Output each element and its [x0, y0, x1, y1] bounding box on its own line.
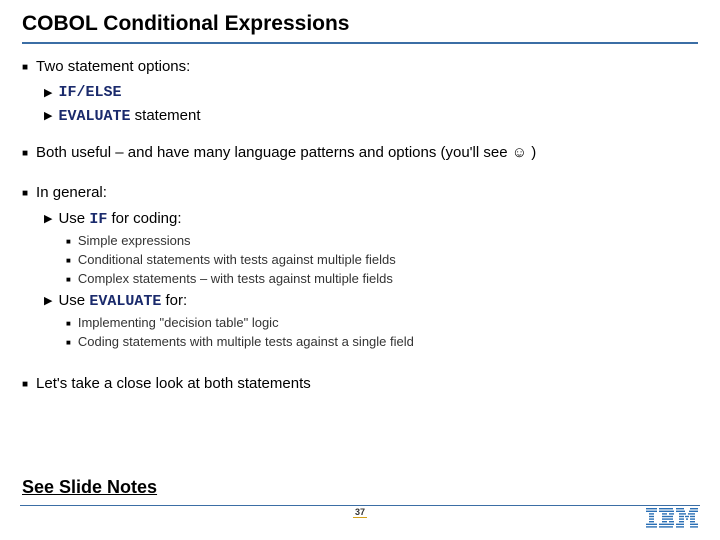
- ibm-logo-icon: [646, 508, 698, 528]
- bullet-text: EVALUATE statement: [58, 107, 200, 125]
- page-number: 37: [353, 507, 367, 518]
- square-bullet-icon: ■: [22, 58, 28, 78]
- bullet-text: Both useful – and have many language pat…: [36, 144, 536, 161]
- bullet-text-part: Use: [58, 292, 89, 309]
- triangle-bullet-icon: ▶: [44, 292, 52, 311]
- square-bullet-icon: ■: [66, 271, 71, 288]
- bullet-text-part: for coding:: [107, 210, 181, 227]
- square-bullet-icon: ■: [22, 184, 28, 204]
- square-bullet-icon: ■: [66, 334, 71, 351]
- square-bullet-icon: ■: [66, 315, 71, 332]
- bullet-l3: ■ Simple expressions: [66, 233, 698, 250]
- square-bullet-icon: ■: [22, 375, 28, 395]
- square-bullet-icon: ■: [66, 233, 71, 250]
- bullet-l3: ■ Coding statements with multiple tests …: [66, 334, 698, 351]
- bullet-l2: ▶ IF/ELSE: [44, 84, 698, 103]
- bullet-text-part: for:: [161, 292, 187, 309]
- bullet-l1: ■ Two statement options:: [22, 58, 698, 78]
- bullet-text: Let's take a close look at both statemen…: [36, 375, 311, 392]
- code-text: EVALUATE: [58, 108, 130, 125]
- bullet-text: Conditional statements with tests agains…: [78, 252, 396, 267]
- triangle-bullet-icon: ▶: [44, 84, 52, 103]
- smiley-icon: ☺: [512, 144, 527, 161]
- square-bullet-icon: ■: [66, 252, 71, 269]
- code-text: EVALUATE: [89, 293, 161, 310]
- bullet-l2: ▶ EVALUATE statement: [44, 107, 698, 126]
- triangle-bullet-icon: ▶: [44, 210, 52, 229]
- bullet-l1: ■ In general:: [22, 184, 698, 204]
- bullet-text: Simple expressions: [78, 233, 191, 248]
- square-bullet-icon: ■: [22, 144, 28, 164]
- bullet-text: Complex statements – with tests against …: [78, 271, 393, 286]
- bullet-text: Implementing "decision table" logic: [78, 315, 279, 330]
- bullet-l3: ■ Complex statements – with tests agains…: [66, 271, 698, 288]
- footer-note: See Slide Notes: [22, 477, 157, 498]
- bullet-text: Use EVALUATE for:: [58, 292, 187, 310]
- bullet-text-part: Both useful – and have many language pat…: [36, 144, 512, 161]
- code-text: IF: [89, 211, 107, 228]
- bullet-l1: ■ Both useful – and have many language p…: [22, 144, 698, 164]
- bullet-text: Use IF for coding:: [58, 210, 181, 228]
- bullet-l1: ■ Let's take a close look at both statem…: [22, 375, 698, 395]
- bullet-text-rest: statement: [130, 107, 200, 124]
- bullet-l2: ▶ Use EVALUATE for:: [44, 292, 698, 311]
- bullet-text: Two statement options:: [36, 58, 190, 75]
- bullet-text-part: ): [527, 144, 536, 161]
- triangle-bullet-icon: ▶: [44, 107, 52, 126]
- bullet-text-part: Use: [58, 210, 89, 227]
- bullet-text: Coding statements with multiple tests ag…: [78, 334, 414, 349]
- code-text: IF/ELSE: [58, 84, 121, 101]
- bullet-text: In general:: [36, 184, 107, 201]
- bullet-l3: ■ Implementing "decision table" logic: [66, 315, 698, 332]
- slide-title: COBOL Conditional Expressions: [22, 12, 698, 44]
- bullet-l3: ■ Conditional statements with tests agai…: [66, 252, 698, 269]
- footer-divider: [20, 505, 700, 506]
- bullet-l2: ▶ Use IF for coding:: [44, 210, 698, 229]
